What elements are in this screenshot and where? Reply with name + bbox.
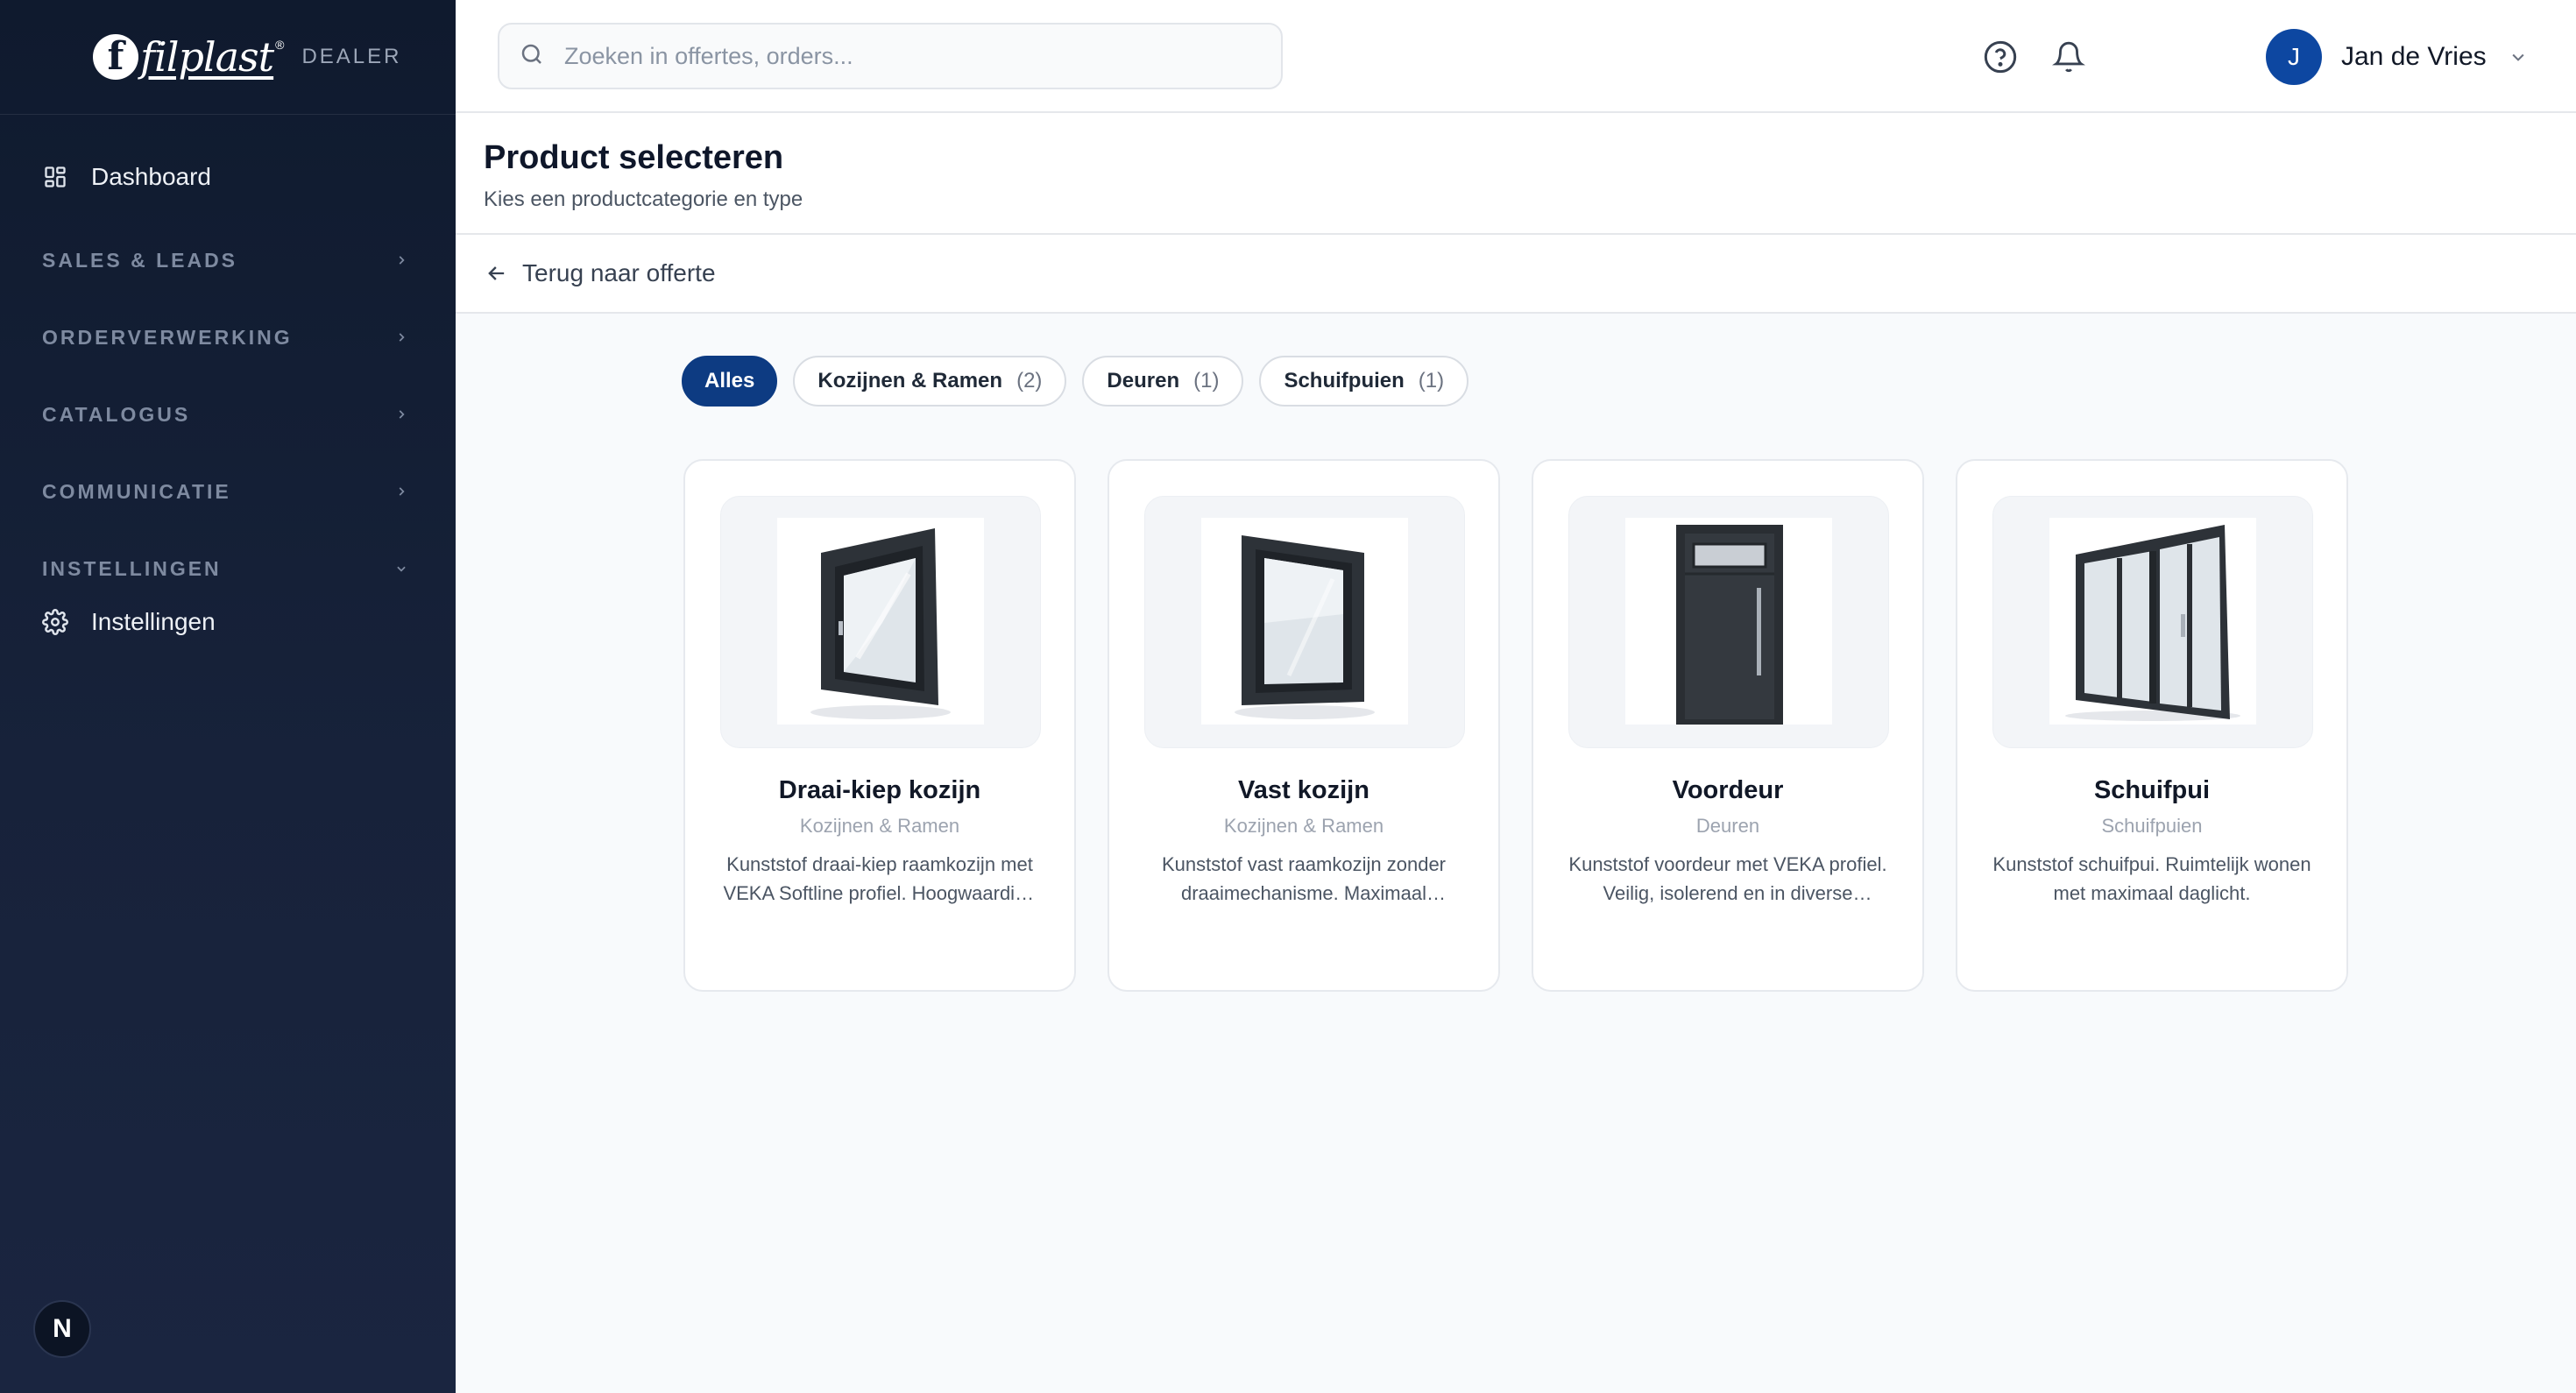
product-description: Kunststof draai-kiep raamkozijn met VEKA… [723,853,1037,904]
product-category: Kozijnen & Ramen [1223,815,1384,837]
page-title: Product selecteren [484,139,784,176]
sidebar-group-catalogus[interactable]: CATALOGUS [0,376,456,453]
sidebar-group-label: INSTELLINGEN [42,556,222,580]
page-header: Product selecteren Kies een productcateg… [456,113,2576,235]
chevron-down-icon [2509,48,2527,66]
product-category: Kozijnen & Ramen [799,815,960,837]
filter-schuifpuien[interactable]: Schuifpuien (1) [1259,356,1469,407]
page-subtitle: Kies een productcategorie en type [484,187,803,211]
sidebar-item-instellingen[interactable]: Instellingen [0,591,456,653]
product-image-frame [1568,496,1889,748]
product-image [2049,518,2256,725]
filter-count: (1) [1418,369,1445,392]
dev-tools-badge[interactable]: N [33,1300,91,1358]
avatar: J [2266,29,2322,85]
filter-label: Deuren [1107,369,1180,392]
search-icon [519,41,545,72]
product-category: Schuifpuien [2101,815,2203,837]
product-name: Vast kozijn [1238,776,1369,804]
product-name: Schuifpui [2093,776,2211,804]
product-description: Kunststof vast raamkozijn zonder draaime… [1161,853,1447,904]
brand[interactable]: f filplast ® DEALER [0,0,456,115]
filter-count: (1) [1193,369,1220,392]
product-image-frame [720,496,1041,748]
product-name: Draai-kiep kozijn [778,776,981,804]
brand-logo-mark: f [93,34,138,80]
filter-label: Alles [704,369,755,392]
product-category: Deuren [1695,815,1760,837]
product-name: Voordeur [1672,776,1784,804]
chevron-right-icon [393,406,410,423]
filter-kozijnen-ramen[interactable]: Kozijnen & Ramen (2) [793,356,1067,407]
help-circle-icon[interactable] [1982,39,2019,75]
product-description: Kunststof voordeur met VEKA profiel. Vei… [1568,853,1887,904]
back-to-quote-link[interactable]: Terug naar offerte [484,259,716,287]
product-card-draai-kiep-kozijn[interactable]: Draai-kiep kozijn Kozijnen & Ramen Kunst… [683,459,1076,992]
sidebar-item-label: Dashboard [91,163,211,190]
search-box [498,23,1283,89]
filter-count: (2) [1016,369,1043,392]
user-name: Jan de Vries [2341,42,2487,71]
chevron-right-icon [393,251,410,269]
product-card-schuifpui[interactable]: Schuifpui Schuifpuien Kunststof schuifpu… [1956,459,2348,992]
dashboard-icon [42,164,68,190]
gear-icon [42,609,68,635]
sidebar-group-label: ORDERVERWERKING [42,325,293,349]
filter-label: Schuifpuien [1284,369,1405,392]
product-grid: Draai-kiep kozijn Kozijnen & Ramen Kunst… [683,459,2380,992]
sidebar-group-label: COMMUNICATIE [42,479,231,503]
bell-icon[interactable] [2050,39,2087,75]
product-card-voordeur[interactable]: Voordeur Deuren Kunststof voordeur met V… [1532,459,1924,992]
brand-logo-word: filplast [140,33,274,81]
product-image-frame [1992,496,2313,748]
back-bar: Terug naar offerte [456,235,2576,314]
category-filters: Alles Kozijnen & Ramen (2) Deuren (1) Sc… [682,356,1484,407]
chevron-down-icon [393,560,410,577]
filter-deuren[interactable]: Deuren (1) [1082,356,1244,407]
chevron-right-icon [393,329,410,346]
filter-alles[interactable]: Alles [682,356,778,407]
user-menu[interactable]: J Jan de Vries [2266,28,2527,86]
product-description: Kunststof schuifpui. Ruimtelijk wonen me… [1992,853,2311,904]
back-link-label: Terug naar offerte [522,259,716,286]
filter-label: Kozijnen & Ramen [817,369,1003,392]
arrow-left-icon [484,260,510,286]
sidebar-item-dashboard[interactable]: Dashboard [0,146,456,208]
sidebar-nav: Dashboard SALES & LEADS ORDERVERWERKING … [0,115,456,653]
product-image [1201,518,1408,725]
product-card-vast-kozijn[interactable]: Vast kozijn Kozijnen & Ramen Kunststof v… [1108,459,1500,992]
brand-registered-mark: ® [275,38,285,52]
sidebar-group-sales-leads[interactable]: SALES & LEADS [0,222,456,299]
brand-tag: DEALER [301,45,402,68]
sidebar-group-label: CATALOGUS [42,402,191,426]
brand-logo: f filplast ® [93,33,284,81]
product-image [1625,518,1832,725]
topbar: J Jan de Vries [456,0,2576,113]
product-image-frame [1144,496,1465,748]
sidebar-group-communicatie[interactable]: COMMUNICATIE [0,453,456,530]
chevron-right-icon [393,483,410,500]
sidebar-group-orderverwerking[interactable]: ORDERVERWERKING [0,299,456,376]
sidebar-group-label: SALES & LEADS [42,248,238,272]
product-image [777,518,984,725]
sidebar: f filplast ® DEALER Dashboard SALES & LE… [0,0,456,1393]
search-input[interactable] [564,42,1230,70]
sidebar-item-label: Instellingen [91,608,216,635]
